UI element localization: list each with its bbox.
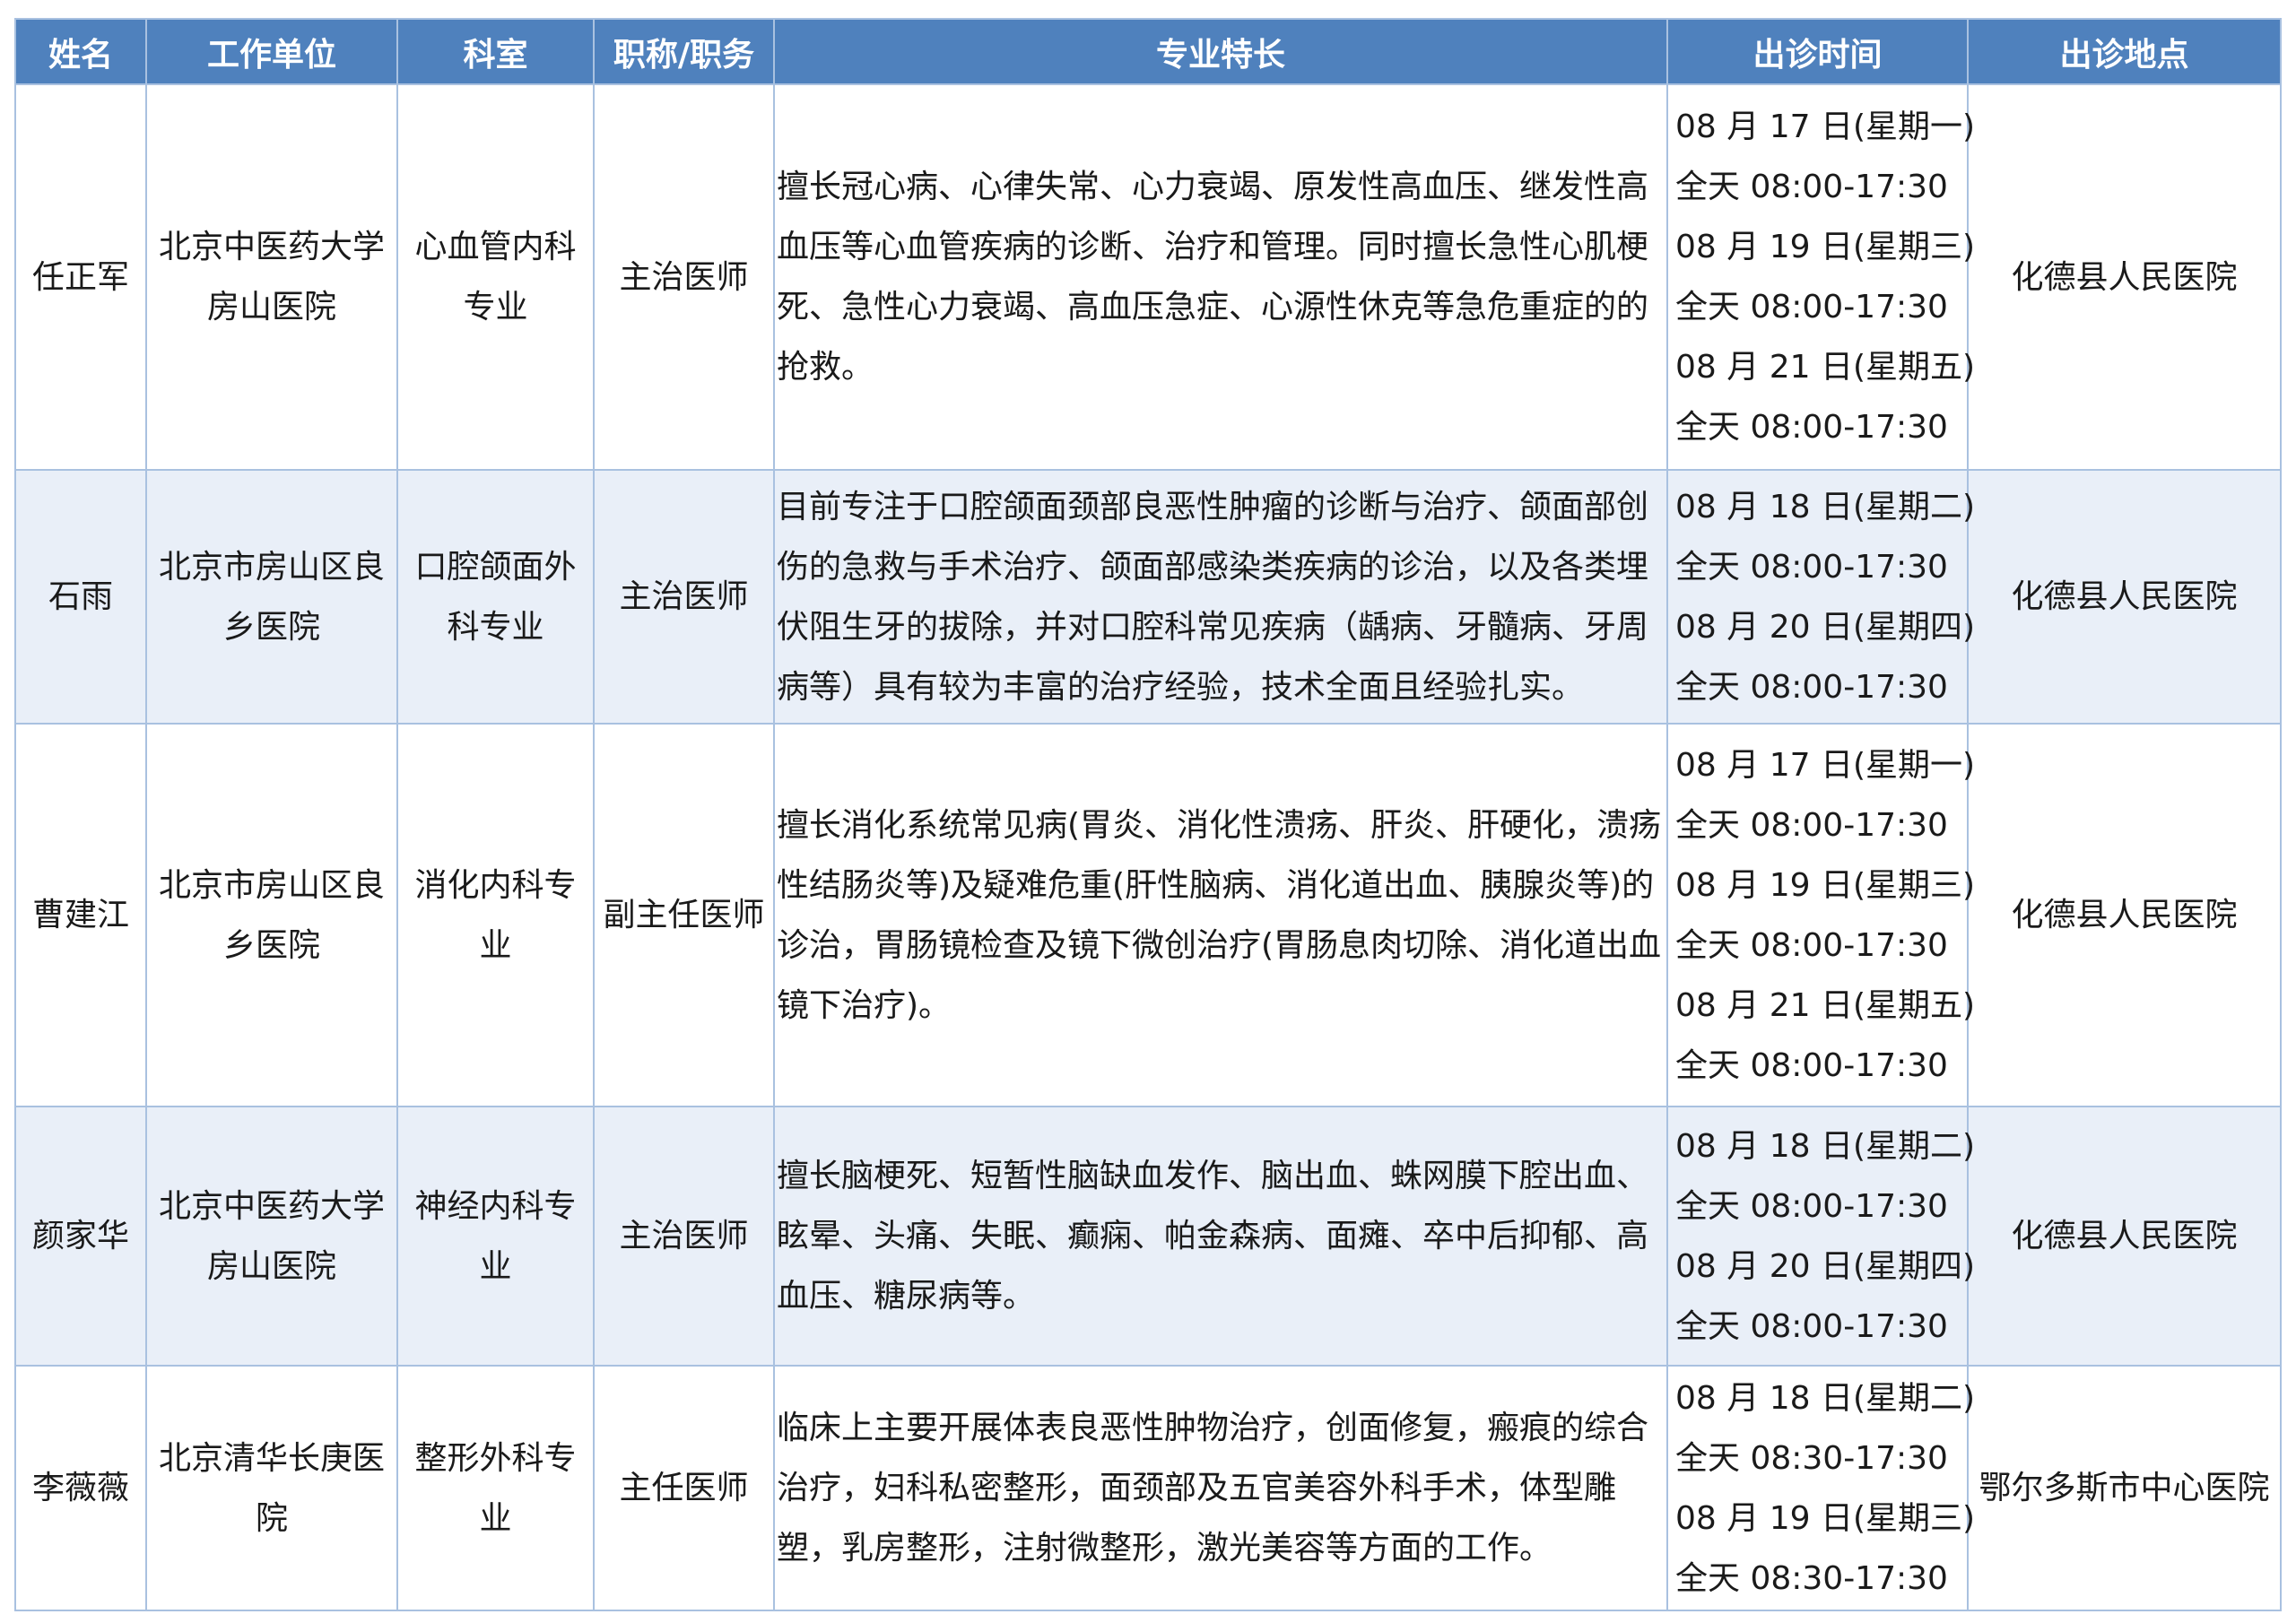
clinic-time-cell: 08 月 17 日(星期一) 全天 08:00-17:30 08 月 19 日(… [1666, 83, 1976, 471]
clinic-place-cell: 化德县人民医院 [1967, 723, 2282, 1107]
job-title-cell: 主治医师 [593, 1106, 775, 1367]
clinic-hours: 全天 08:00-17:30 [1675, 926, 1948, 964]
clinic-time-cell: 08 月 18 日(星期二) 全天 08:00-17:30 08 月 20 日(… [1666, 469, 1976, 725]
department-cell: 神经内科专业 [396, 1106, 595, 1367]
clinic-hours: 全天 08:00-17:30 [1675, 668, 1948, 706]
clinic-date: 08 月 19 日(星期三) [1675, 229, 1976, 265]
doctor-name-cell: 李薇薇 [14, 1365, 147, 1611]
department-cell: 口腔颌面外科专业 [396, 469, 595, 725]
clinic-hours: 全天 08:00-17:30 [1675, 169, 1948, 205]
specialty-cell: 擅长消化系统常见病(胃炎、消化性溃疡、肝炎、肝硬化，溃疡性结肠炎等)及疑难危重(… [773, 723, 1668, 1107]
clinic-hours: 全天 08:00-17:30 [1675, 806, 1948, 844]
header-unit: 工作单位 [145, 18, 398, 85]
clinic-time-cell: 08 月 17 日(星期一) 全天 08:00-17:30 08 月 19 日(… [1666, 723, 1976, 1107]
clinic-date: 08 月 19 日(星期三) [1675, 866, 1976, 904]
doctor-name-cell: 曹建江 [14, 723, 147, 1107]
clinic-hours: 全天 08:00-17:30 [1675, 289, 1948, 325]
job-title-cell: 主治医师 [593, 83, 775, 471]
header-title: 职称/职务 [593, 18, 775, 85]
clinic-hours: 全天 08:00-17:30 [1675, 1046, 1948, 1084]
header-row: 姓名 工作单位 科室 职称/职务 专业特长 出诊时间 出诊地点 [14, 18, 2282, 85]
work-unit-cell: 北京市房山区良乡医院 [145, 723, 398, 1107]
clinic-hours: 全天 08:00-17:30 [1675, 1307, 1948, 1345]
job-title-cell: 主治医师 [593, 469, 775, 725]
work-unit-cell: 北京中医药大学房山医院 [145, 1106, 398, 1367]
clinic-date: 08 月 21 日(星期五) [1675, 349, 1976, 386]
job-title-cell: 副主任医师 [593, 723, 775, 1107]
doctor-name-cell: 颜家华 [14, 1106, 147, 1367]
clinic-time-cell: 08 月 18 日(星期二) 全天 08:00-17:30 08 月 20 日(… [1666, 1106, 1976, 1367]
clinic-place-cell: 化德县人民医院 [1967, 83, 2282, 471]
clinic-place-cell: 化德县人民医院 [1967, 1106, 2282, 1367]
clinic-date: 08 月 18 日(星期二) [1675, 1379, 1976, 1417]
clinic-date: 08 月 18 日(星期二) [1675, 1127, 1976, 1165]
specialty-cell: 擅长冠心病、心律失常、心力衰竭、原发性高血压、继发性高血压等心血管疾病的诊断、治… [773, 83, 1668, 471]
doctor-schedule-table: 姓名 工作单位 科室 职称/职务 专业特长 出诊时间 出诊地点 任正军 北京中医… [14, 18, 2282, 1611]
work-unit-cell: 北京清华长庚医院 [145, 1365, 398, 1611]
header-name: 姓名 [14, 18, 147, 85]
table-row: 曹建江 北京市房山区良乡医院 消化内科专业 副主任医师 擅长消化系统常见病(胃炎… [14, 723, 2282, 1107]
header-specialty: 专业特长 [773, 18, 1668, 85]
table-row: 石雨 北京市房山区良乡医院 口腔颌面外科专业 主治医师 目前专注于口腔颌面颈部良… [14, 469, 2282, 725]
clinic-hours: 全天 08:00-17:30 [1675, 1187, 1948, 1225]
table-row: 李薇薇 北京清华长庚医院 整形外科专业 主任医师 临床上主要开展体表良恶性肿物治… [14, 1365, 2282, 1611]
header-dept: 科室 [396, 18, 595, 85]
specialty-cell: 临床上主要开展体表良恶性肿物治疗，创面修复，瘢痕的综合治疗，妇科私密整形，面颈部… [773, 1365, 1668, 1611]
table-header: 姓名 工作单位 科室 职称/职务 专业特长 出诊时间 出诊地点 [14, 18, 2282, 85]
table-body: 任正军 北京中医药大学房山医院 心血管内科专业 主治医师 擅长冠心病、心律失常、… [14, 83, 2282, 1611]
clinic-date: 08 月 20 日(星期四) [1675, 1247, 1976, 1285]
clinic-date: 08 月 17 日(星期一) [1675, 746, 1976, 784]
clinic-hours: 全天 08:30-17:30 [1675, 1439, 1948, 1477]
department-cell: 心血管内科专业 [396, 83, 595, 471]
clinic-place-cell: 鄂尔多斯市中心医院 [1967, 1365, 2282, 1611]
department-cell: 消化内科专业 [396, 723, 595, 1107]
clinic-date: 08 月 17 日(星期一) [1675, 108, 1976, 145]
clinic-date: 08 月 19 日(星期三) [1675, 1499, 1976, 1537]
work-unit-cell: 北京市房山区良乡医院 [145, 469, 398, 725]
clinic-date: 08 月 20 日(星期四) [1675, 608, 1976, 646]
department-cell: 整形外科专业 [396, 1365, 595, 1611]
header-place: 出诊地点 [1967, 18, 2282, 85]
clinic-place-cell: 化德县人民医院 [1967, 469, 2282, 725]
table-row: 颜家华 北京中医药大学房山医院 神经内科专业 主治医师 擅长脑梗死、短暂性脑缺血… [14, 1106, 2282, 1367]
doctor-name-cell: 石雨 [14, 469, 147, 725]
doctor-name-cell: 任正军 [14, 83, 147, 471]
clinic-hours: 全天 08:00-17:30 [1675, 409, 1948, 446]
clinic-hours: 全天 08:30-17:30 [1675, 1559, 1948, 1597]
clinic-hours: 全天 08:00-17:30 [1675, 548, 1948, 586]
clinic-date: 08 月 18 日(星期二) [1675, 488, 1976, 525]
specialty-cell: 目前专注于口腔颌面颈部良恶性肿瘤的诊断与治疗、颌面部创伤的急救与手术治疗、颌面部… [773, 469, 1668, 725]
header-time: 出诊时间 [1666, 18, 1969, 85]
table-row: 任正军 北京中医药大学房山医院 心血管内科专业 主治医师 擅长冠心病、心律失常、… [14, 83, 2282, 471]
work-unit-cell: 北京中医药大学房山医院 [145, 83, 398, 471]
clinic-date: 08 月 21 日(星期五) [1675, 986, 1976, 1024]
clinic-time-cell: 08 月 18 日(星期二) 全天 08:30-17:30 08 月 19 日(… [1666, 1365, 1976, 1611]
job-title-cell: 主任医师 [593, 1365, 775, 1611]
specialty-cell: 擅长脑梗死、短暂性脑缺血发作、脑出血、蛛网膜下腔出血、眩晕、头痛、失眠、癫痫、帕… [773, 1106, 1668, 1367]
